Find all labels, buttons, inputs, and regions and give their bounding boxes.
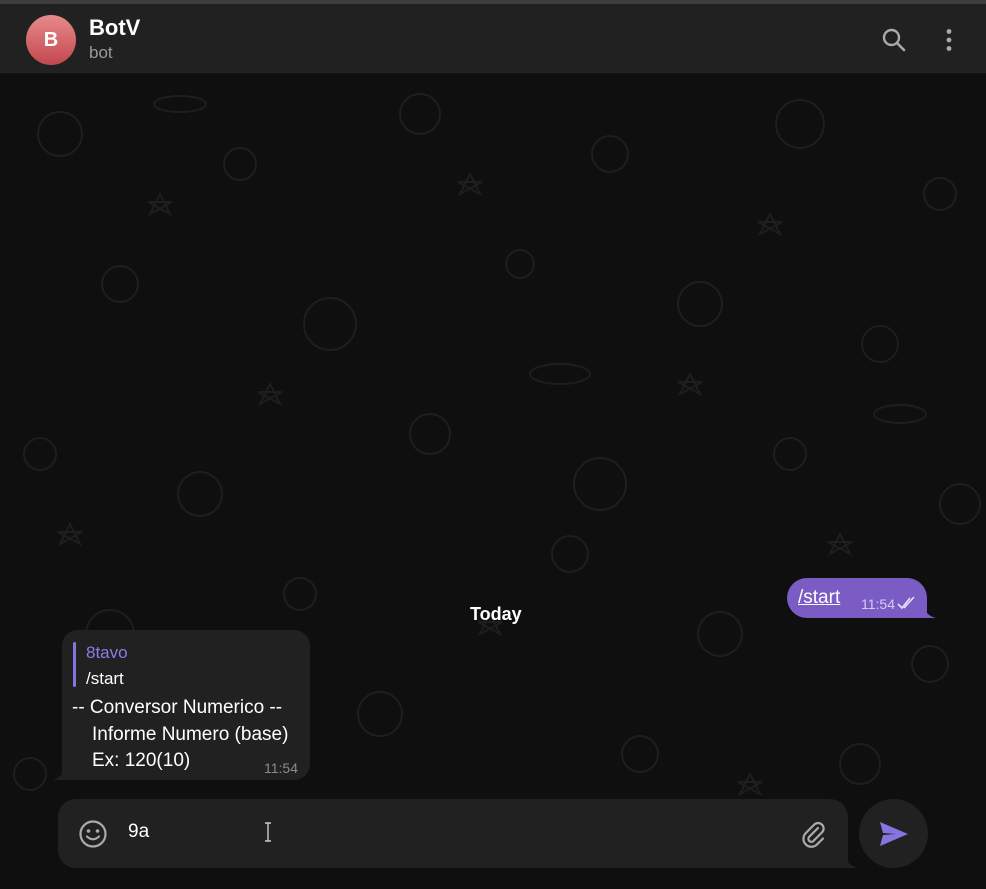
message-input[interactable]: 9a (128, 821, 149, 843)
text-cursor-icon (265, 822, 271, 842)
reply-quote-bar (73, 642, 76, 687)
chat-title[interactable]: BotV (89, 15, 140, 41)
reply-quote-text[interactable]: /start (86, 669, 124, 689)
avatar-letter: B (43, 28, 59, 51)
outgoing-bubble-tail (922, 603, 936, 618)
paperclip-icon[interactable] (798, 819, 828, 849)
search-icon (882, 28, 906, 52)
message-line: -- Conversor Numerico -- (72, 697, 283, 718)
double-check-icon (897, 596, 915, 610)
date-separator: Today (462, 601, 530, 628)
message-line: Informe Numero (base) (92, 724, 289, 745)
chat-subtitle: bot (89, 43, 113, 62)
emoji-icon[interactable] (78, 819, 108, 849)
avatar[interactable]: B (26, 15, 76, 65)
outgoing-message-time: 11:54 (861, 596, 895, 612)
outgoing-message-text[interactable]: /start (798, 587, 840, 609)
more-button[interactable] (933, 24, 965, 56)
outgoing-message[interactable]: /start 11:54 (787, 578, 927, 618)
send-button[interactable] (859, 799, 928, 868)
composer-tail (843, 852, 857, 868)
chat-header: B BotV bot (0, 4, 986, 74)
reply-quote-author[interactable]: 8tavo (86, 643, 128, 663)
more-vertical-icon (946, 29, 952, 51)
message-composer: 9a (58, 799, 848, 868)
message-line: Ex: 120(10) (92, 750, 191, 771)
incoming-message-time: 11:54 (264, 760, 298, 776)
send-icon (879, 821, 908, 846)
search-button[interactable] (878, 24, 910, 56)
incoming-message[interactable]: 8tavo /start -- Conversor Numerico -- In… (62, 630, 310, 780)
date-separator-label: Today (470, 604, 522, 624)
